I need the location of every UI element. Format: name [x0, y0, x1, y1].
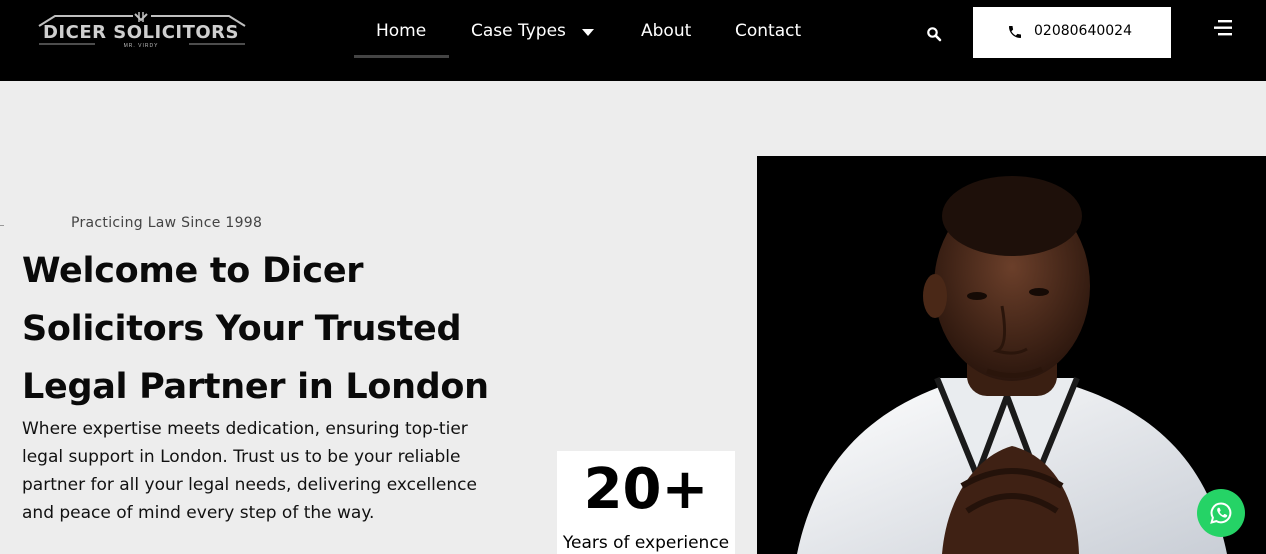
hero-title-line: Welcome to Dicer: [22, 251, 364, 291]
whatsapp-chat-button[interactable]: [1197, 489, 1245, 537]
logo[interactable]: DICER SOLICITORS MR. VIRDY: [35, 12, 249, 54]
logo-name: DICER SOLICITORS: [42, 22, 239, 43]
nav-item-home[interactable]: Home: [376, 21, 426, 45]
phone-button[interactable]: 02080640024: [973, 7, 1171, 58]
stat-label: Years of experience: [562, 533, 730, 553]
hero-description: Where expertise meets dedication, ensuri…: [22, 419, 477, 523]
decorative-line: [0, 225, 4, 226]
nav-item-about[interactable]: About: [641, 21, 691, 45]
phone-number: 02080640024: [1034, 23, 1132, 39]
search-icon[interactable]: [926, 26, 942, 42]
site-header: DICER SOLICITORS MR. VIRDY Home Case Typ…: [0, 0, 1266, 81]
logo-tagline: MR. VIRDY: [123, 43, 159, 49]
nav-item-case-types[interactable]: Case Types: [471, 21, 566, 45]
hamburger-menu-icon[interactable]: [1212, 18, 1234, 38]
experience-stat-card: 20+ Years of experience: [557, 451, 735, 554]
nav-active-indicator: [354, 55, 449, 58]
nav-item-contact[interactable]: Contact: [735, 21, 801, 45]
whatsapp-icon: [1210, 502, 1232, 524]
hero-eyebrow: Practicing Law Since 1998: [71, 215, 263, 231]
hero-title-line: Solicitors Your Trusted: [22, 309, 462, 349]
chevron-down-icon[interactable]: [582, 29, 594, 36]
hero-title: Welcome to Dicer Solicitors Your Trusted…: [22, 242, 522, 416]
hero-title-line: Legal Partner in London: [22, 367, 489, 407]
portrait-illustration: [757, 156, 1266, 554]
stat-value: 20+: [583, 457, 709, 522]
solicitor-portrait: [757, 156, 1266, 554]
phone-icon: [1009, 26, 1021, 38]
